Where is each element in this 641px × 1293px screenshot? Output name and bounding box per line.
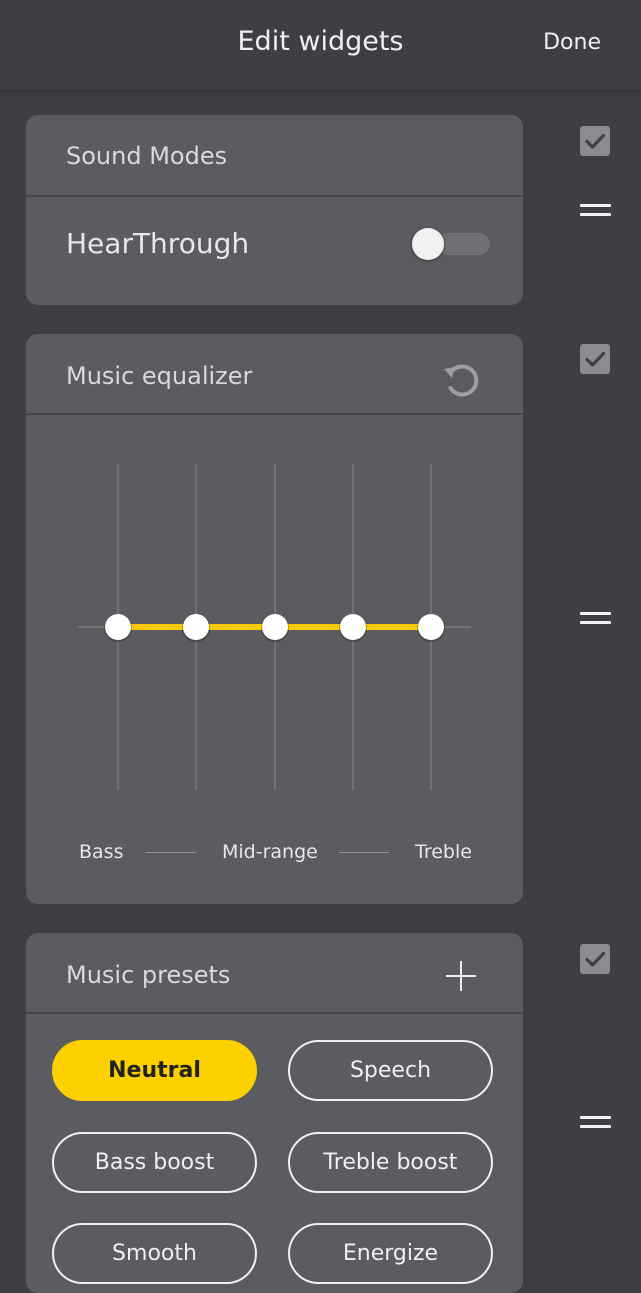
- checkmark-icon: [585, 951, 606, 967]
- divider: [146, 852, 196, 853]
- sound-modes-card: Sound Modes HearThrough: [26, 115, 523, 305]
- sound-modes-visibility-checkbox[interactable]: [580, 126, 610, 156]
- add-icon[interactable]: [444, 959, 478, 993]
- equalizer-knob-1[interactable]: [105, 614, 131, 640]
- app-header: Edit widgets Done: [0, 0, 641, 90]
- equalizer-knob-2[interactable]: [183, 614, 209, 640]
- divider: [339, 852, 389, 853]
- hearthrough-label: HearThrough: [66, 227, 250, 260]
- presets-header: Music presets: [26, 933, 523, 1014]
- equalizer-visibility-checkbox[interactable]: [580, 344, 610, 374]
- presets-visibility-checkbox[interactable]: [580, 944, 610, 974]
- equalizer-card: Music equalizer Bass Mid-range Treble: [26, 334, 523, 904]
- presets-title: Music presets: [66, 961, 231, 989]
- checkmark-icon: [585, 351, 606, 367]
- preset-smooth[interactable]: Smooth: [52, 1223, 257, 1284]
- presets-card: Music presets Neutral Speech Bass boost …: [26, 933, 523, 1293]
- equalizer-knob-5[interactable]: [418, 614, 444, 640]
- presets-drag-handle[interactable]: [580, 1116, 611, 1130]
- sound-modes-header: Sound Modes: [26, 115, 523, 197]
- equalizer-drag-handle[interactable]: [580, 612, 611, 626]
- toggle-knob: [412, 228, 444, 260]
- preset-energize[interactable]: Energize: [288, 1223, 493, 1284]
- mid-range-label: Mid-range: [222, 841, 318, 863]
- equalizer-knob-4[interactable]: [340, 614, 366, 640]
- equalizer-graph: [78, 464, 471, 790]
- sound-modes-drag-handle[interactable]: [580, 204, 611, 218]
- equalizer-title: Music equalizer: [66, 362, 253, 390]
- treble-label: Treble: [415, 841, 472, 863]
- preset-bass-boost[interactable]: Bass boost: [52, 1132, 257, 1193]
- sound-modes-title: Sound Modes: [66, 142, 228, 170]
- equalizer-knob-3[interactable]: [262, 614, 288, 640]
- preset-neutral[interactable]: Neutral: [52, 1040, 257, 1101]
- bass-label: Bass: [79, 841, 124, 863]
- reset-icon[interactable]: [438, 358, 482, 402]
- done-button[interactable]: Done: [543, 30, 601, 55]
- preset-speech[interactable]: Speech: [288, 1040, 493, 1101]
- toggle-track: [438, 233, 490, 255]
- preset-treble-boost[interactable]: Treble boost: [288, 1132, 493, 1193]
- equalizer-header: Music equalizer: [26, 334, 523, 415]
- checkmark-icon: [585, 133, 606, 149]
